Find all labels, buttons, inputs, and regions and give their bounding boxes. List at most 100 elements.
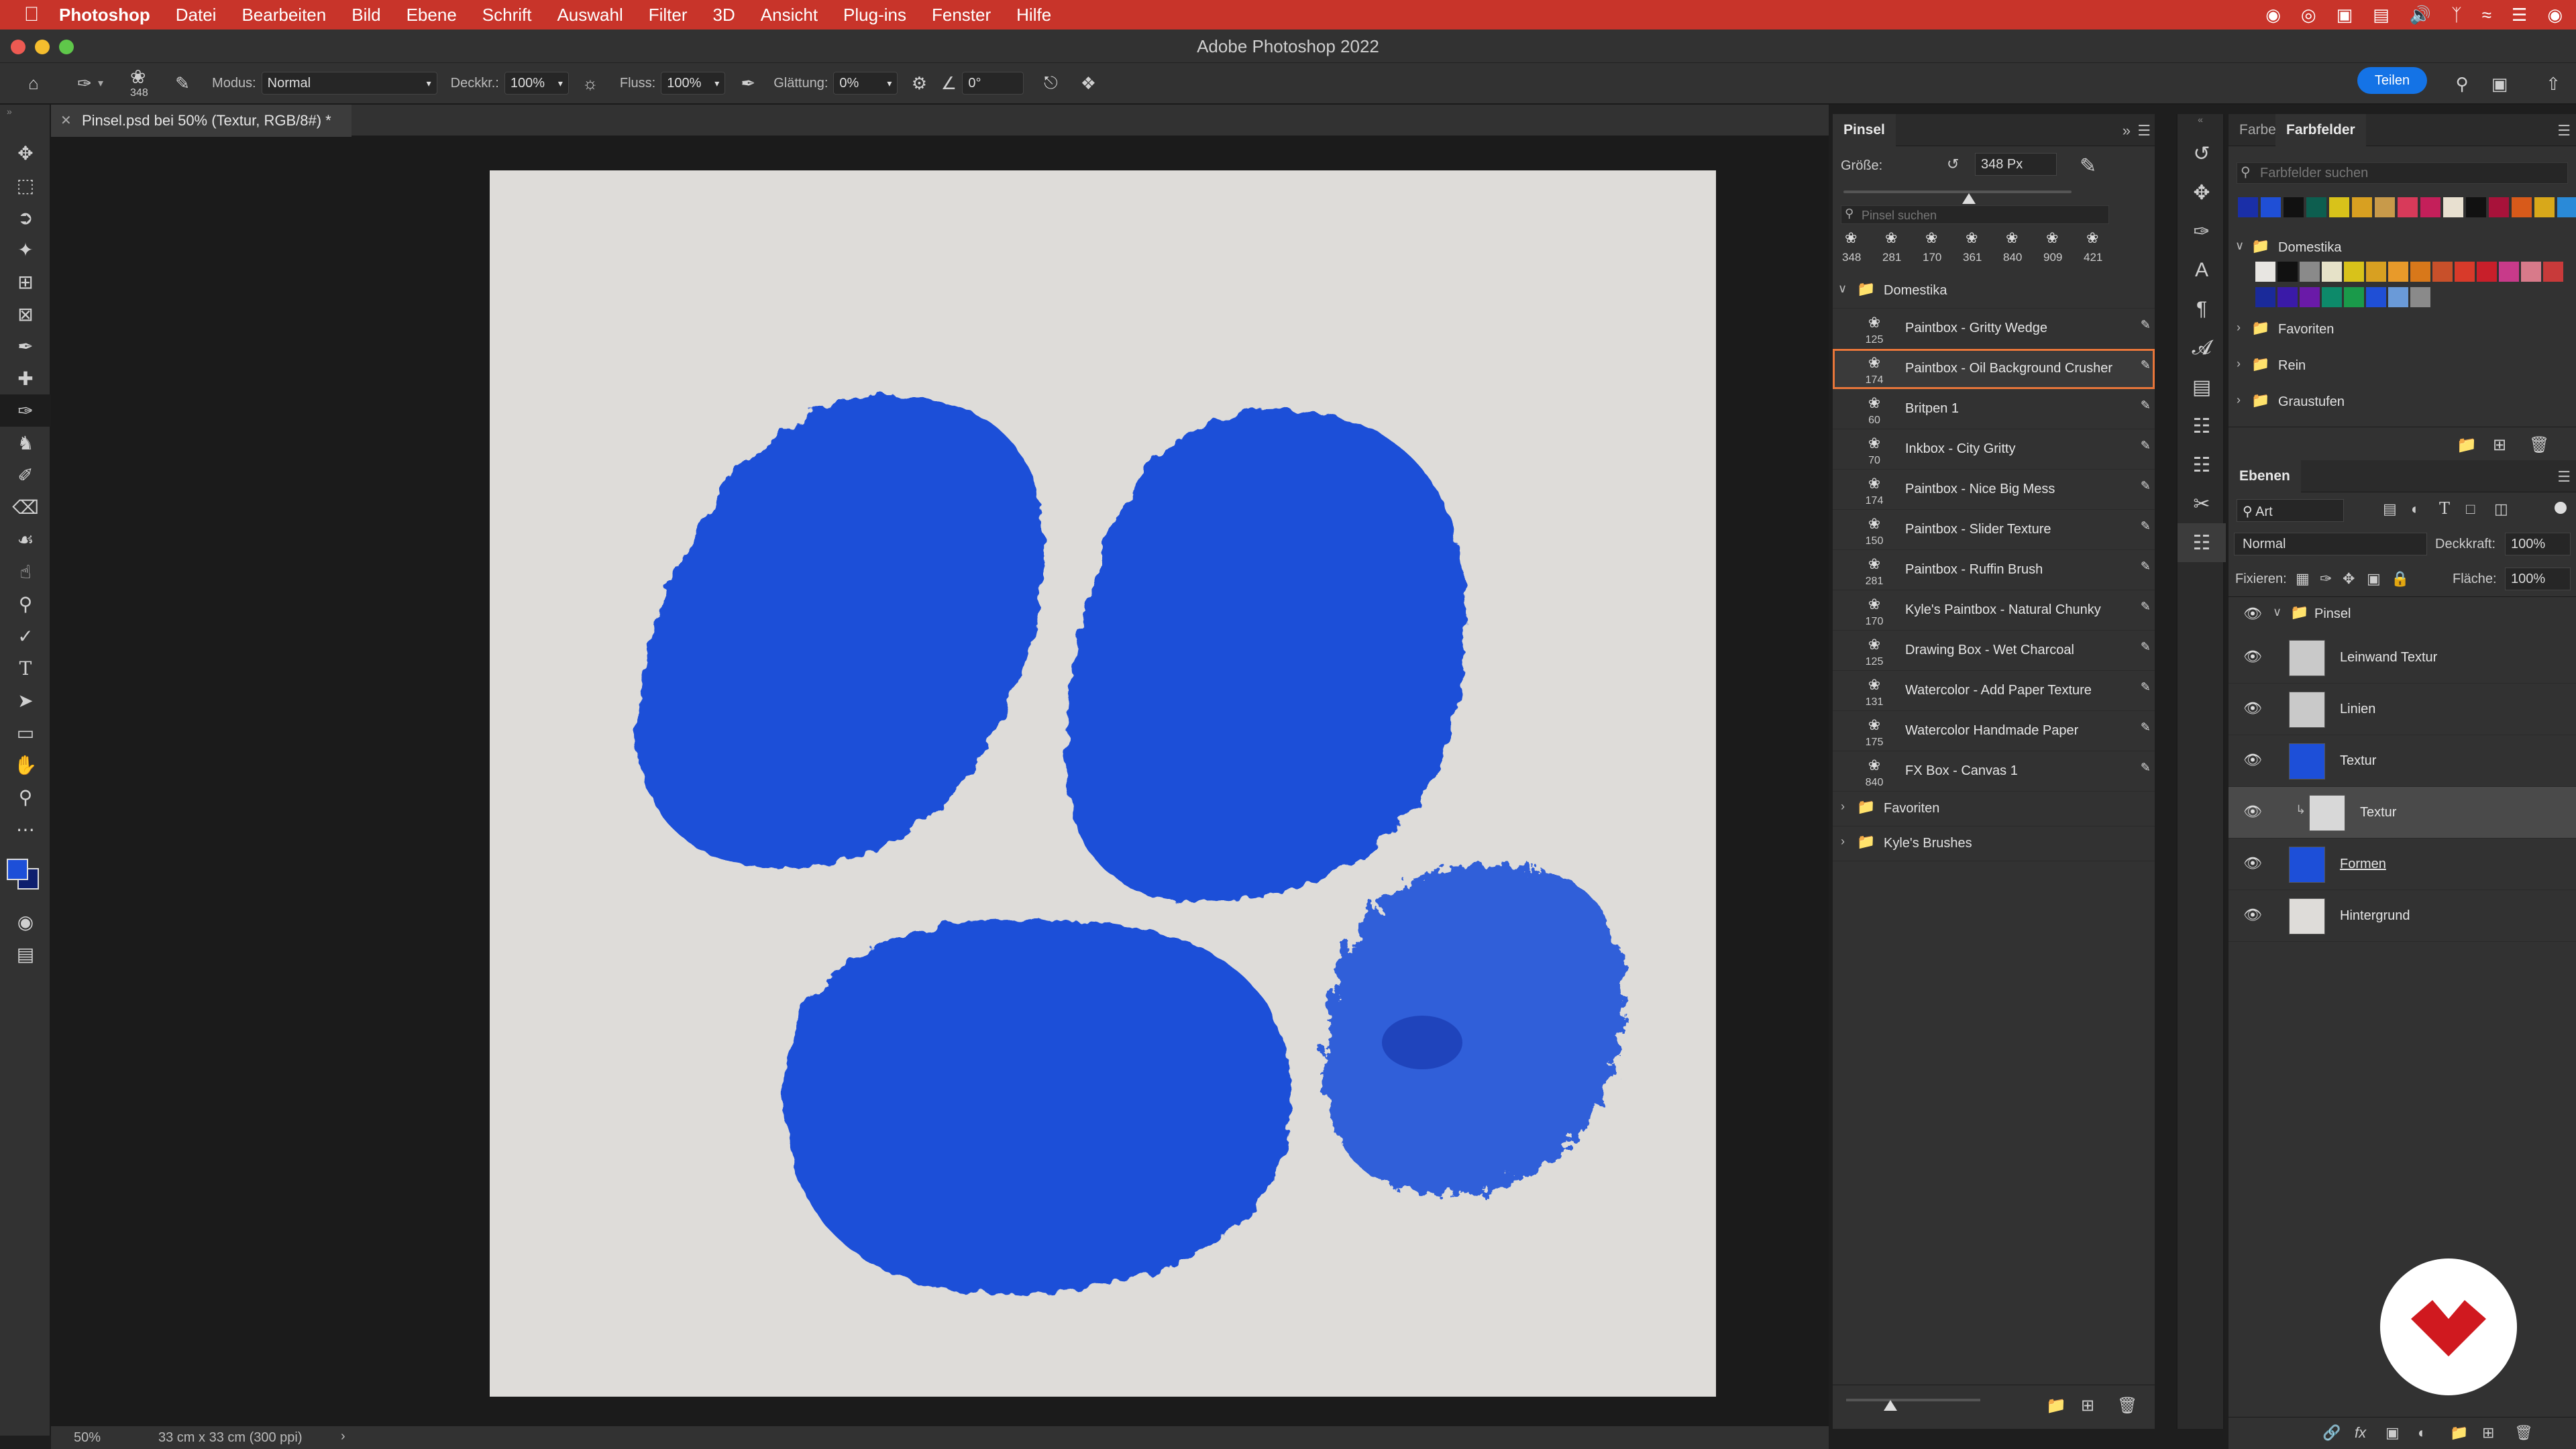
brush-size-input[interactable]: 348 Px bbox=[1975, 153, 2057, 176]
filter-pixel-icon[interactable]: ▤ bbox=[2383, 500, 2397, 518]
airbrush-icon[interactable]: ✒ bbox=[735, 70, 761, 97]
status-menu-icon[interactable]: › bbox=[341, 1429, 345, 1444]
eraser-icon[interactable]: ⌫ bbox=[0, 491, 51, 523]
volume-icon[interactable]: 🔊 bbox=[2410, 5, 2431, 25]
layer-row[interactable]: 👁 ↳ Textur bbox=[2229, 787, 2576, 839]
swatch[interactable] bbox=[2238, 197, 2258, 217]
close-tab-icon[interactable]: ✕ bbox=[60, 112, 72, 129]
lock-transparent-icon[interactable]: ▦ bbox=[2296, 570, 2310, 588]
screen-mode-icon[interactable]: ▤ bbox=[0, 938, 51, 970]
recent-brush[interactable]: ❀ 281 bbox=[1878, 227, 1913, 271]
swatch[interactable] bbox=[2255, 262, 2275, 282]
size-slider-thumb[interactable] bbox=[1962, 193, 1976, 204]
angle-field[interactable]: 0° bbox=[962, 72, 1024, 95]
frame-tool-icon[interactable]: ⊠ bbox=[0, 298, 51, 330]
reset-size-icon[interactable]: ↺ bbox=[1947, 156, 1959, 173]
swatch[interactable] bbox=[2398, 197, 2418, 217]
preset-arrow-icon[interactable]: ▾ bbox=[98, 76, 103, 90]
tab-farbfelder[interactable]: Farbfelder bbox=[2275, 114, 2366, 146]
brush-group-domestika[interactable]: ∨ 📁 Domestika bbox=[1833, 274, 2155, 309]
filter-toggle[interactable] bbox=[2555, 502, 2567, 514]
pencil-icon[interactable]: ✎ bbox=[2141, 600, 2151, 614]
pencil-icon[interactable]: ✎ bbox=[2141, 519, 2151, 533]
healing-brush-icon[interactable]: ✚ bbox=[0, 362, 51, 394]
layer-opacity-field[interactable]: 100% bbox=[2505, 533, 2571, 555]
eye-icon[interactable]: 👁 bbox=[2243, 751, 2262, 769]
properties-icon[interactable]: ☷ bbox=[2178, 407, 2226, 445]
history-icon[interactable]: ↺ bbox=[2178, 134, 2226, 173]
swatch[interactable] bbox=[2477, 262, 2497, 282]
quick-mask-icon[interactable]: ◉ bbox=[0, 906, 51, 938]
swatch[interactable] bbox=[2277, 286, 2298, 307]
brush-row[interactable]: ❀ 60 Britpen 1 ✎ bbox=[1833, 389, 2155, 429]
flow-field[interactable]: 100% ▾ bbox=[661, 72, 726, 95]
pencil-icon[interactable]: ✎ bbox=[2141, 640, 2151, 654]
new-group-icon[interactable]: 📁 bbox=[2046, 1396, 2066, 1415]
window-icon[interactable]: ▣ bbox=[2337, 5, 2353, 25]
menu-filter[interactable]: Filter bbox=[649, 0, 688, 30]
swatch[interactable] bbox=[2306, 197, 2326, 217]
swatch-group-favoriten[interactable]: › 📁 Favoriten bbox=[2229, 310, 2576, 346]
fill-field[interactable]: 100% bbox=[2505, 568, 2571, 590]
new-brush-icon[interactable]: ✎ bbox=[2080, 154, 2096, 178]
swatch-group-domestika[interactable]: ∨ 📁 Domestika bbox=[2229, 232, 2576, 262]
swatch[interactable] bbox=[2375, 197, 2395, 217]
menu-ansicht[interactable]: Ansicht bbox=[761, 0, 818, 30]
new-layer-icon[interactable]: ⊞ bbox=[2482, 1424, 2494, 1442]
menu-bild[interactable]: Bild bbox=[352, 0, 380, 30]
eye-icon[interactable]: 👁 bbox=[2243, 803, 2262, 820]
foreground-color-swatch[interactable] bbox=[7, 859, 28, 880]
more-tools-icon[interactable]: ⋯ bbox=[0, 813, 51, 845]
brush-row[interactable]: ❀ 125 Drawing Box - Wet Charcoal ✎ bbox=[1833, 631, 2155, 671]
swatch[interactable] bbox=[2466, 197, 2486, 217]
thumbnail-size-thumb[interactable] bbox=[1884, 1400, 1897, 1411]
swatch[interactable] bbox=[2557, 197, 2576, 217]
lock-all-icon[interactable]: 🔒 bbox=[2391, 570, 2409, 588]
menu-auswahl[interactable]: Auswahl bbox=[557, 0, 623, 30]
collapse-strip-icon[interactable]: « bbox=[2178, 114, 2223, 134]
swatch[interactable] bbox=[2284, 197, 2304, 217]
brush-row[interactable]: ❀ 170 Kyle's Paintbox - Natural Chunky ✎ bbox=[1833, 590, 2155, 631]
layer-filter-select[interactable]: ⚲ Art bbox=[2237, 499, 2344, 522]
share-export-icon[interactable]: ⇧ bbox=[2540, 70, 2567, 97]
swatch[interactable] bbox=[2344, 286, 2364, 307]
color-picker[interactable] bbox=[0, 845, 51, 906]
swatch[interactable] bbox=[2443, 197, 2463, 217]
opacity-field[interactable]: 100% ▾ bbox=[504, 72, 569, 95]
pencil-icon[interactable]: ✎ bbox=[2141, 318, 2151, 332]
brush-row[interactable]: ❀ 70 Inkbox - City Gritty ✎ bbox=[1833, 429, 2155, 470]
menu-3d[interactable]: 3D bbox=[713, 0, 735, 30]
menu-app[interactable]: Photoshop bbox=[59, 0, 150, 30]
brush-search-input[interactable]: Pinsel suchen bbox=[1841, 205, 2109, 224]
swatch-group-graustufen[interactable]: › 📁 Graustufen bbox=[2229, 382, 2576, 419]
pressure-size-icon[interactable]: ⎋ bbox=[1037, 70, 1064, 97]
blend-mode-select[interactable]: Normal bbox=[2234, 533, 2427, 555]
smudge-tool-icon[interactable]: ☝ bbox=[0, 555, 51, 588]
swatch[interactable] bbox=[2329, 197, 2349, 217]
pencil-icon[interactable]: ✎ bbox=[2141, 720, 2151, 735]
tab-ebenen[interactable]: Ebenen bbox=[2229, 460, 2301, 492]
filter-shape-icon[interactable]: □ bbox=[2466, 500, 2475, 518]
pencil-icon[interactable]: ✎ bbox=[2141, 439, 2151, 453]
swatch-search-input[interactable]: Farbfelder suchen bbox=[2237, 162, 2568, 184]
swatch[interactable] bbox=[2410, 286, 2430, 307]
eye-icon[interactable]: 👁 bbox=[2243, 648, 2262, 665]
zoom-tool-icon[interactable]: ⚲ bbox=[0, 781, 51, 813]
trash-icon[interactable]: 🗑 bbox=[2117, 1396, 2137, 1415]
clone-stamp-icon[interactable]: ♞ bbox=[0, 427, 51, 459]
libraries-icon[interactable]: ▤ bbox=[2178, 368, 2226, 407]
glyphs-icon[interactable]: 𝓐 bbox=[2178, 329, 2226, 368]
brush-row[interactable]: ❀ 150 Paintbox - Slider Texture ✎ bbox=[1833, 510, 2155, 550]
menu-ebene[interactable]: Ebene bbox=[407, 0, 457, 30]
tab-pinsel[interactable]: Pinsel bbox=[1833, 114, 1896, 146]
swatch-group-rein[interactable]: › 📁 Rein bbox=[2229, 346, 2576, 382]
swatch[interactable] bbox=[2322, 286, 2342, 307]
eye-icon[interactable]: 👁 bbox=[2243, 605, 2262, 623]
path-selection-icon[interactable]: ➤ bbox=[0, 684, 51, 716]
swatch[interactable] bbox=[2388, 262, 2408, 282]
dodge-tool-icon[interactable]: ⚲ bbox=[0, 588, 51, 620]
recent-brush[interactable]: ❀ 170 bbox=[1919, 227, 1953, 271]
panel-menu-icon[interactable]: ☰ bbox=[2137, 122, 2151, 140]
new-group-icon[interactable]: 📁 bbox=[2457, 435, 2477, 455]
share-button[interactable]: Teilen bbox=[2357, 67, 2427, 94]
